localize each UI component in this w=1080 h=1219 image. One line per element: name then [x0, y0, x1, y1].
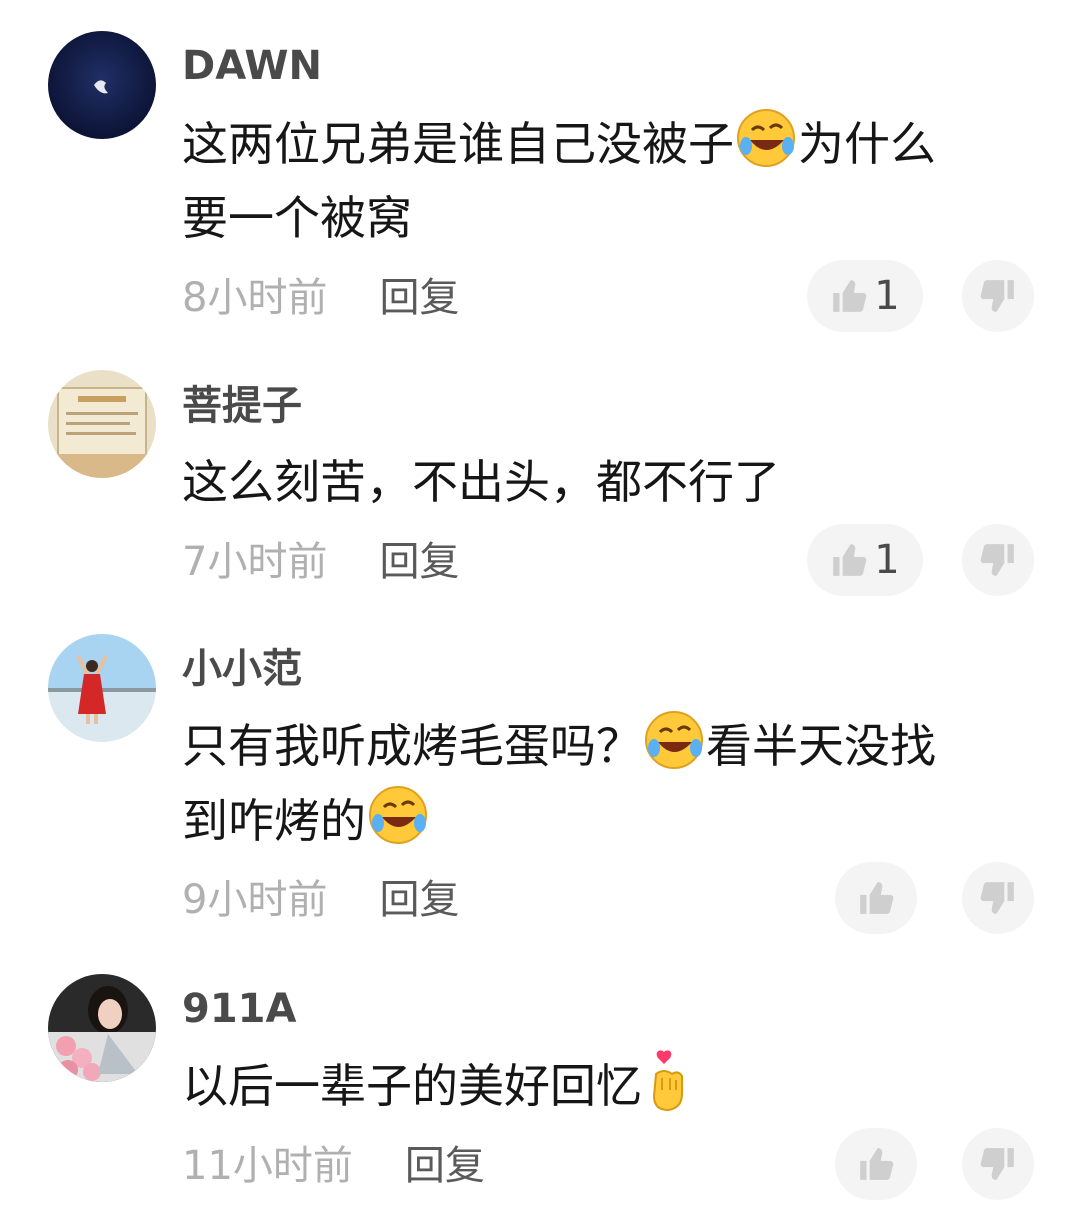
timestamp: 8小时前	[182, 275, 328, 321]
avatar[interactable]	[48, 974, 156, 1082]
thumbs-down-icon	[979, 277, 1017, 315]
comment-meta: 7小时前 回复	[182, 538, 459, 586]
like-button[interactable]	[835, 1128, 917, 1200]
comment-meta: 8小时前 回复	[182, 274, 459, 322]
reply-button[interactable]: 回复	[405, 1143, 485, 1189]
comment-meta: 9小时前 回复	[182, 876, 459, 924]
avatar[interactable]	[48, 31, 156, 139]
comment-text: 这两位兄弟是谁自己没被子 为什么 要一个被窝	[182, 106, 1022, 255]
comment-text: 这么刻苦，不出头，都不行了	[182, 455, 780, 509]
like-button[interactable]: 1	[807, 524, 923, 596]
like-button[interactable]	[835, 862, 917, 934]
thumbs-up-icon	[857, 879, 895, 917]
thumbs-down-icon	[979, 541, 1017, 579]
thumbs-up-icon	[857, 1145, 895, 1183]
dislike-button[interactable]	[962, 260, 1034, 332]
dislike-button[interactable]	[962, 524, 1034, 596]
timestamp: 9小时前	[182, 877, 328, 923]
thumbs-up-icon	[830, 541, 868, 579]
comment-text: 只有我听成烤毛蛋吗？ 看半天没找 到咋烤的	[182, 708, 1022, 858]
comment-text: 以后一辈子的美好回忆	[182, 1048, 1022, 1123]
thumbs-up-icon	[830, 277, 868, 315]
avatar[interactable]	[48, 634, 156, 742]
reply-button[interactable]: 回复	[379, 877, 459, 923]
like-count: 1	[874, 537, 900, 583]
username[interactable]: DAWN	[182, 42, 322, 90]
laughing-crying-emoji-icon	[366, 783, 430, 847]
dislike-button[interactable]	[962, 1128, 1034, 1200]
reply-button[interactable]: 回复	[379, 539, 459, 585]
thumbs-down-icon	[979, 879, 1017, 917]
like-count: 1	[874, 273, 900, 319]
like-button[interactable]: 1	[807, 260, 923, 332]
comment-meta: 11小时前 回复	[182, 1142, 485, 1190]
timestamp: 7小时前	[182, 539, 328, 585]
reply-button[interactable]: 回复	[379, 275, 459, 321]
timestamp: 11小时前	[182, 1143, 353, 1189]
finger-heart-emoji-icon	[642, 1048, 706, 1112]
avatar[interactable]	[48, 370, 156, 478]
dislike-button[interactable]	[962, 862, 1034, 934]
laughing-crying-emoji-icon	[734, 106, 798, 170]
username[interactable]: 小小范	[182, 645, 302, 693]
thumbs-down-icon	[979, 1145, 1017, 1183]
laughing-crying-emoji-icon	[642, 708, 706, 772]
username[interactable]: 菩提子	[182, 382, 302, 430]
username[interactable]: 911A	[182, 985, 296, 1033]
